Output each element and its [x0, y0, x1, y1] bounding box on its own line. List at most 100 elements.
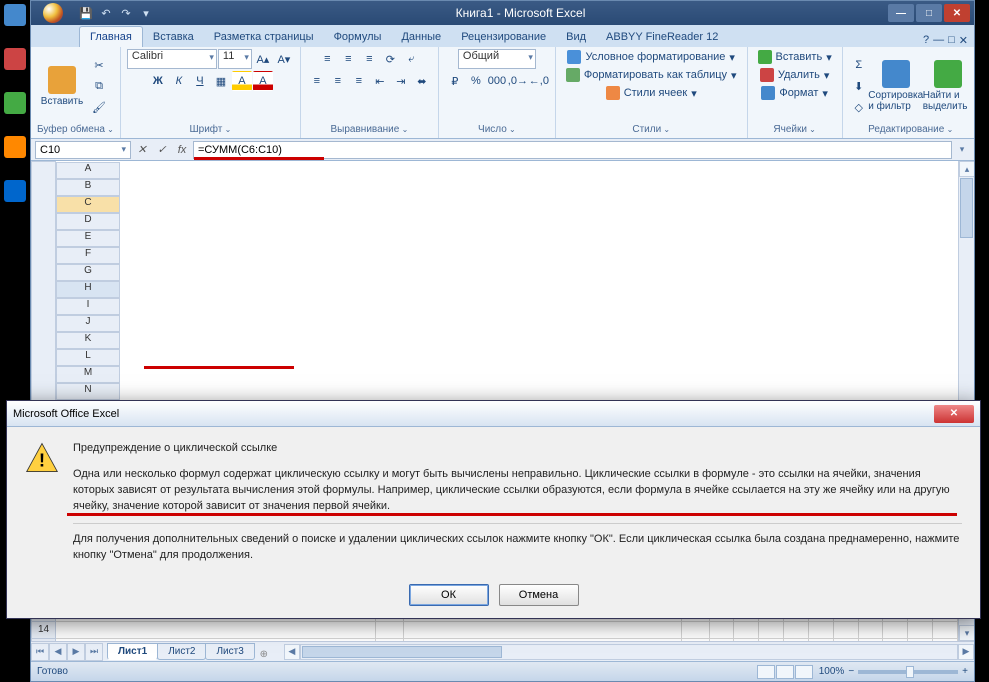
ribbon-min-icon[interactable]: — [933, 34, 944, 47]
desktop-icon[interactable] [2, 92, 28, 132]
scroll-thumb[interactable] [302, 646, 502, 658]
col-header-J[interactable]: J [56, 315, 120, 332]
font-size-combo[interactable]: 11 [218, 49, 252, 69]
cell-B14[interactable] [376, 621, 403, 638]
save-icon[interactable]: 💾 [77, 4, 95, 22]
tab-layout[interactable]: Разметка страницы [204, 27, 324, 47]
wrap-text-icon[interactable]: ⤶ [401, 49, 421, 69]
orientation-icon[interactable]: ⟳ [380, 49, 400, 69]
font-color-icon[interactable]: A [253, 71, 273, 91]
cell-E14[interactable] [709, 621, 734, 638]
cell-C14[interactable] [403, 621, 682, 638]
align-left-icon[interactable]: ≡ [307, 71, 327, 91]
expand-formula-icon[interactable]: ▾ [954, 141, 970, 159]
sort-filter-button[interactable]: Сортировка и фильтр [871, 60, 921, 112]
fx-icon[interactable]: fx [173, 141, 191, 159]
cell-N15[interactable] [933, 638, 958, 641]
conditional-format-button[interactable]: Условное форматирование ▾ [563, 49, 738, 65]
redo-icon[interactable]: ↷ [117, 4, 135, 22]
col-header-M[interactable]: M [56, 366, 120, 383]
scroll-right-icon[interactable]: ▶ [958, 644, 974, 660]
percent-icon[interactable]: % [466, 71, 486, 91]
tab-data[interactable]: Данные [391, 27, 451, 47]
row-header-15[interactable]: 15 [32, 638, 56, 641]
dec-decimal-icon[interactable]: ←,0 [529, 71, 549, 91]
col-header-I[interactable]: I [56, 298, 120, 315]
scroll-down-icon[interactable]: ▾ [959, 625, 974, 641]
view-normal-icon[interactable] [757, 665, 775, 679]
indent-inc-icon[interactable]: ⇥ [391, 71, 411, 91]
row-header-14[interactable]: 14 [32, 621, 56, 638]
col-header-F[interactable]: F [56, 247, 120, 264]
cell-E15[interactable] [709, 638, 734, 641]
desktop-icon[interactable] [2, 180, 28, 220]
tab-review[interactable]: Рецензирование [451, 27, 556, 47]
align-bot-icon[interactable]: ≡ [359, 49, 379, 69]
cell-L14[interactable] [883, 621, 908, 638]
group-label[interactable]: Выравнивание [307, 123, 432, 136]
sheet-first-icon[interactable]: ⏮ [31, 643, 49, 661]
col-header-E[interactable]: E [56, 230, 120, 247]
copy-icon[interactable]: ⧉ [89, 76, 109, 96]
view-layout-icon[interactable] [776, 665, 794, 679]
group-label[interactable]: Ячейки [754, 123, 836, 136]
align-right-icon[interactable]: ≡ [349, 71, 369, 91]
align-top-icon[interactable]: ≡ [317, 49, 337, 69]
autosum-icon[interactable]: Σ [849, 55, 869, 75]
tab-view[interactable]: Вид [556, 27, 596, 47]
cell-I14[interactable] [808, 621, 833, 638]
sheet-last-icon[interactable]: ⏭ [85, 643, 103, 661]
maximize-button[interactable]: □ [916, 4, 942, 22]
cell-H15[interactable] [784, 638, 809, 641]
cell-G15[interactable] [759, 638, 784, 641]
font-name-combo[interactable]: Calibri [127, 49, 217, 69]
fill-color-icon[interactable]: A [232, 71, 252, 91]
tab-formulas[interactable]: Формулы [324, 27, 392, 47]
clear-icon[interactable]: ◇ [849, 97, 869, 117]
delete-cells-button[interactable]: Удалить ▾ [756, 67, 834, 83]
col-header-K[interactable]: K [56, 332, 120, 349]
align-center-icon[interactable]: ≡ [328, 71, 348, 91]
find-select-button[interactable]: Найти и выделить [923, 60, 973, 112]
col-header-G[interactable]: G [56, 264, 120, 281]
sheet-next-icon[interactable]: ▶ [67, 643, 85, 661]
zoom-in-icon[interactable]: + [962, 666, 968, 677]
group-label[interactable]: Стили [562, 123, 741, 136]
cell-K14[interactable] [858, 621, 883, 638]
group-label[interactable]: Шрифт [127, 123, 294, 136]
group-label[interactable]: Число [445, 123, 549, 136]
tab-home[interactable]: Главная [79, 26, 143, 47]
scroll-up-icon[interactable]: ▴ [959, 161, 974, 177]
shrink-font-icon[interactable]: A▾ [274, 49, 294, 69]
close-button[interactable]: ✕ [944, 4, 970, 22]
enter-icon[interactable]: ✓ [153, 141, 171, 159]
indent-dec-icon[interactable]: ⇤ [370, 71, 390, 91]
sheet-tab-3[interactable]: Лист3 [205, 643, 254, 660]
cell-L15[interactable] [883, 638, 908, 641]
cell-A14[interactable] [56, 621, 376, 638]
minimize-button[interactable]: — [888, 4, 914, 22]
cell-C15[interactable] [403, 638, 682, 641]
col-header-D[interactable]: D [56, 213, 120, 230]
qat-more-icon[interactable]: ▾ [137, 4, 155, 22]
border-icon[interactable]: ▦ [211, 71, 231, 91]
cell-D14[interactable] [682, 621, 709, 638]
cell-B15[interactable] [376, 638, 403, 641]
cell-G14[interactable] [759, 621, 784, 638]
currency-icon[interactable]: ₽ [445, 71, 465, 91]
new-sheet-icon[interactable]: ⊕ [254, 649, 274, 660]
undo-icon[interactable]: ↶ [97, 4, 115, 22]
cell-F14[interactable] [734, 621, 759, 638]
desktop-icon[interactable] [2, 48, 28, 88]
name-box[interactable]: C10 [35, 141, 131, 159]
format-as-table-button[interactable]: Форматировать как таблицу ▾ [562, 67, 741, 83]
tab-insert[interactable]: Вставка [143, 27, 204, 47]
insert-cells-button[interactable]: Вставить ▾ [754, 49, 836, 65]
format-cells-button[interactable]: Формат ▾ [757, 85, 832, 101]
ribbon-close-icon[interactable]: ✕ [959, 34, 968, 47]
grow-font-icon[interactable]: A▴ [253, 49, 273, 69]
cell-F15[interactable] [734, 638, 759, 641]
underline-button[interactable]: Ч [190, 71, 210, 91]
cell-A15[interactable] [56, 638, 376, 641]
cut-icon[interactable]: ✂ [89, 55, 109, 75]
